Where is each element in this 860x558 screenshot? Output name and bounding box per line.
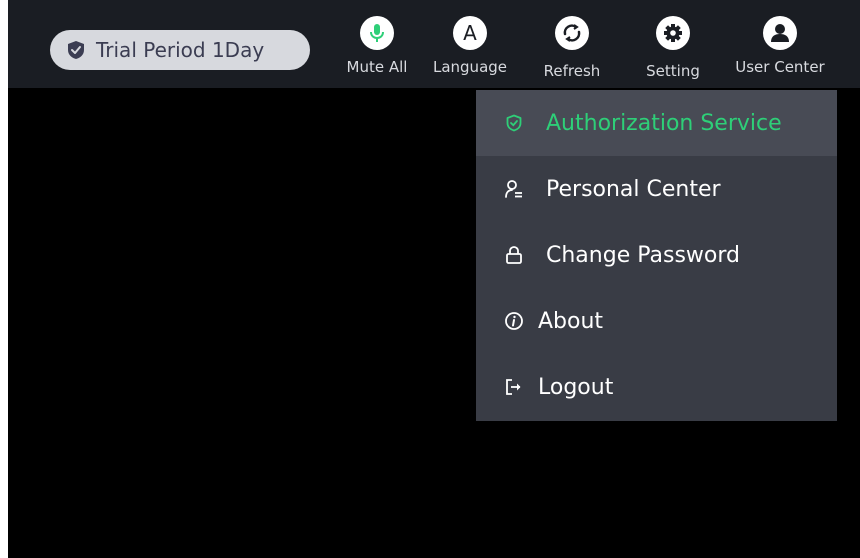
menu-item-logout[interactable]: Logout: [476, 354, 837, 420]
mute-all-icon-circle: [360, 16, 394, 50]
info-icon: [504, 311, 524, 331]
logout-icon: [504, 377, 524, 397]
menu-item-label: Personal Center: [546, 176, 721, 202]
left-edge: [0, 0, 8, 558]
gear-icon: [664, 24, 682, 42]
user-center-dropdown: Authorization Service Personal Center Ch…: [476, 90, 837, 421]
menu-item-authorization-service[interactable]: Authorization Service: [476, 90, 837, 156]
trial-period-label: Trial Period 1Day: [96, 38, 265, 62]
language-button[interactable]: A Language: [424, 16, 516, 88]
setting-icon-circle: [656, 16, 690, 50]
refresh-button[interactable]: Refresh: [532, 16, 612, 88]
user-center-label: User Center: [735, 58, 825, 76]
user-icon: [771, 24, 789, 42]
refresh-icon: [563, 24, 581, 42]
setting-button[interactable]: Setting: [638, 16, 708, 88]
menu-item-label: About: [538, 308, 604, 334]
language-icon: A: [453, 16, 487, 50]
menu-item-personal-center[interactable]: Personal Center: [476, 156, 837, 222]
setting-label: Setting: [646, 62, 700, 80]
trial-period-badge[interactable]: Trial Period 1Day: [50, 30, 310, 70]
language-letter: A: [463, 21, 477, 45]
shield-check-icon: [504, 113, 524, 133]
menu-item-about[interactable]: About: [476, 288, 837, 354]
menu-item-label: Authorization Service: [546, 110, 782, 136]
menu-item-change-password[interactable]: Change Password: [476, 222, 837, 288]
shield-icon: [68, 41, 84, 59]
menu-item-label: Change Password: [546, 242, 740, 268]
mute-all-button[interactable]: Mute All: [338, 16, 416, 88]
user-center-button[interactable]: User Center: [722, 16, 838, 88]
lock-icon: [504, 245, 524, 265]
mute-all-label: Mute All: [346, 58, 408, 76]
refresh-icon-circle: [555, 16, 589, 50]
menu-item-label: Logout: [538, 374, 614, 400]
language-label: Language: [432, 58, 508, 76]
person-icon: [504, 179, 524, 199]
user-center-icon-circle: [763, 16, 797, 50]
microphone-icon: [370, 24, 384, 42]
refresh-label: Refresh: [543, 62, 601, 80]
